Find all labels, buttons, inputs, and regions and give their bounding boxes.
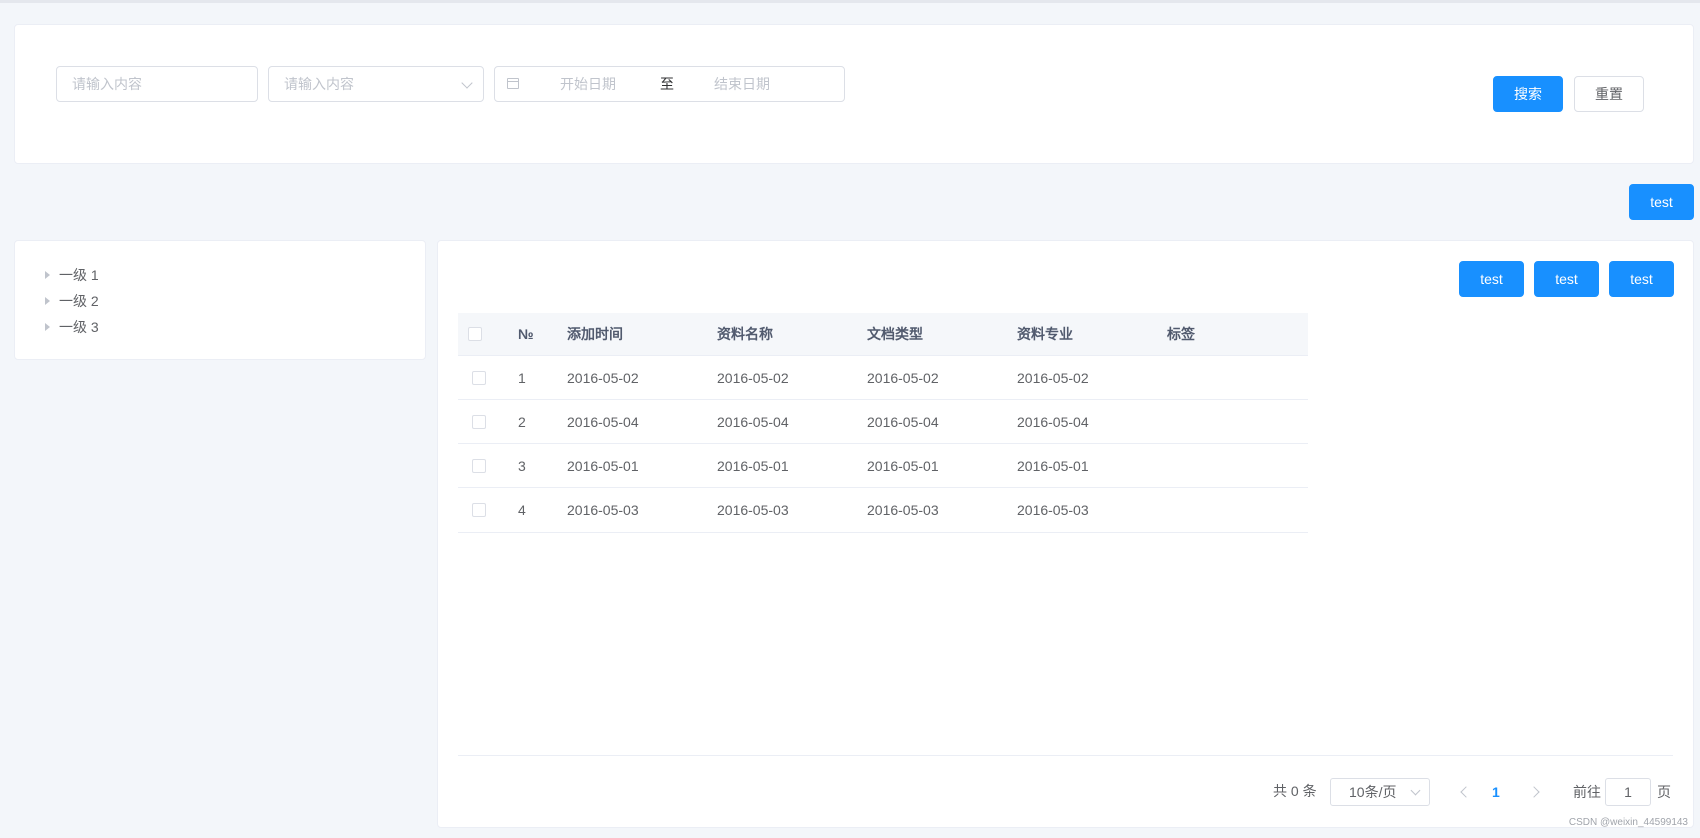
date-separator: 至 xyxy=(660,76,674,92)
cell-type: 2016-05-04 xyxy=(867,414,939,430)
column-header-doc-type[interactable]: 文档类型 xyxy=(867,324,923,344)
row-divider xyxy=(458,487,1308,488)
column-header-name[interactable]: 资料名称 xyxy=(717,324,773,344)
table-panel: test test test № 添加时间 资料名称 文档类型 资料专业 标签 … xyxy=(437,240,1694,828)
watermark: CSDN @weixin_44599143 xyxy=(1568,817,1688,828)
cell-major: 2016-05-03 xyxy=(1017,502,1089,518)
caret-right-icon xyxy=(45,271,50,279)
caret-right-icon xyxy=(45,297,50,305)
pagination-total: 共 0 条 xyxy=(1273,783,1317,799)
page-suffix-label: 页 xyxy=(1657,784,1671,800)
chevron-down-icon xyxy=(461,77,473,89)
row-checkbox[interactable] xyxy=(472,371,486,385)
date-start-input[interactable]: 开始日期 xyxy=(560,67,616,101)
cell-time: 2016-05-01 xyxy=(567,458,639,474)
cell-major: 2016-05-02 xyxy=(1017,370,1089,386)
pagination-divider xyxy=(458,755,1673,756)
cell-major: 2016-05-01 xyxy=(1017,458,1089,474)
table-action-button-2[interactable]: test xyxy=(1534,261,1599,297)
cell-major: 2016-05-04 xyxy=(1017,414,1089,430)
calendar-icon xyxy=(507,78,519,89)
column-header-no: № xyxy=(518,326,534,342)
cell-time: 2016-05-03 xyxy=(567,502,639,518)
table-action-button-1[interactable]: test xyxy=(1459,261,1524,297)
top-divider xyxy=(0,0,1700,3)
table-action-button-3[interactable]: test xyxy=(1609,261,1674,297)
type-select-placeholder: 请输入内容 xyxy=(284,76,354,92)
test-button[interactable]: test xyxy=(1629,184,1694,220)
search-button[interactable]: 搜索 xyxy=(1493,76,1563,112)
row-divider xyxy=(458,443,1308,444)
caret-right-icon xyxy=(45,323,50,331)
tree-node-3[interactable]: 一级 3 xyxy=(59,315,99,339)
page-size-value: 10条/页 xyxy=(1349,784,1397,800)
page-size-select[interactable]: 10条/页 xyxy=(1330,778,1430,806)
search-panel: 请输入内容 请输入内容 开始日期 至 结束日期 搜索 重置 xyxy=(14,24,1694,164)
prev-page-icon[interactable] xyxy=(1460,786,1472,798)
goto-page-input[interactable]: 1 xyxy=(1605,778,1651,806)
select-all-checkbox[interactable] xyxy=(468,327,482,341)
date-range-picker[interactable]: 开始日期 至 结束日期 xyxy=(494,66,845,102)
tree-node-1[interactable]: 一级 1 xyxy=(59,263,99,287)
cell-type: 2016-05-01 xyxy=(867,458,939,474)
cell-no: 2 xyxy=(518,414,526,430)
row-divider xyxy=(458,399,1308,400)
cell-name: 2016-05-01 xyxy=(717,458,789,474)
date-end-input[interactable]: 结束日期 xyxy=(714,67,770,101)
goto-label: 前往 xyxy=(1573,784,1601,800)
cell-name: 2016-05-04 xyxy=(717,414,789,430)
page-number-current[interactable]: 1 xyxy=(1492,782,1500,802)
cell-type: 2016-05-02 xyxy=(867,370,939,386)
next-page-icon[interactable] xyxy=(1528,786,1540,798)
reset-button[interactable]: 重置 xyxy=(1574,76,1644,112)
cell-name: 2016-05-02 xyxy=(717,370,789,386)
cell-no: 4 xyxy=(518,502,526,518)
column-header-tag[interactable]: 标签 xyxy=(1167,324,1195,344)
tree-panel: 一级 1 一级 2 一级 3 xyxy=(14,240,426,360)
type-select[interactable]: 请输入内容 xyxy=(268,66,484,102)
chevron-down-icon xyxy=(1410,785,1421,796)
column-header-added-time[interactable]: 添加时间 xyxy=(567,324,623,344)
cell-time: 2016-05-02 xyxy=(567,370,639,386)
row-checkbox[interactable] xyxy=(472,503,486,517)
tree-node-2[interactable]: 一级 2 xyxy=(59,289,99,313)
cell-time: 2016-05-04 xyxy=(567,414,639,430)
cell-type: 2016-05-03 xyxy=(867,502,939,518)
column-header-major[interactable]: 资料专业 xyxy=(1017,324,1073,344)
cell-no: 3 xyxy=(518,458,526,474)
row-checkbox[interactable] xyxy=(472,415,486,429)
keyword-input-placeholder: 请输入内容 xyxy=(72,76,142,92)
row-divider xyxy=(458,532,1308,533)
cell-no: 1 xyxy=(518,370,526,386)
keyword-input[interactable]: 请输入内容 xyxy=(56,66,258,102)
row-checkbox[interactable] xyxy=(472,459,486,473)
cell-name: 2016-05-03 xyxy=(717,502,789,518)
